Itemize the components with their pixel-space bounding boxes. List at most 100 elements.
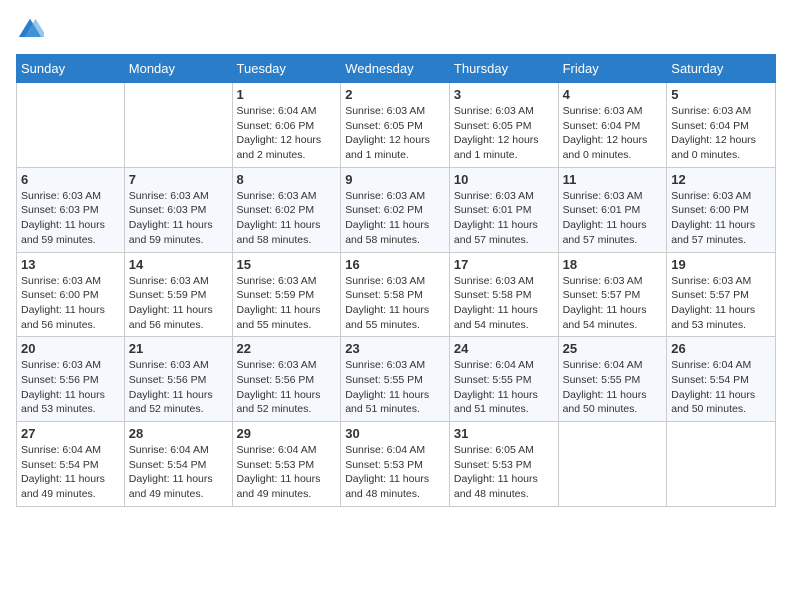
- day-info: Sunrise: 6:03 AM Sunset: 5:57 PM Dayligh…: [671, 274, 771, 333]
- day-cell: 4Sunrise: 6:03 AM Sunset: 6:04 PM Daylig…: [558, 83, 667, 168]
- day-number: 9: [345, 172, 445, 187]
- day-cell: 8Sunrise: 6:03 AM Sunset: 6:02 PM Daylig…: [232, 167, 341, 252]
- day-number: 22: [237, 341, 337, 356]
- day-info: Sunrise: 6:03 AM Sunset: 6:00 PM Dayligh…: [671, 189, 771, 248]
- day-info: Sunrise: 6:03 AM Sunset: 6:01 PM Dayligh…: [454, 189, 554, 248]
- day-number: 18: [563, 257, 663, 272]
- day-number: 15: [237, 257, 337, 272]
- day-info: Sunrise: 6:03 AM Sunset: 5:55 PM Dayligh…: [345, 358, 445, 417]
- day-number: 6: [21, 172, 120, 187]
- day-info: Sunrise: 6:05 AM Sunset: 5:53 PM Dayligh…: [454, 443, 554, 502]
- day-cell: 17 Sunrise: 6:03 AM Sunset: 5:58 PM Dayli…: [449, 252, 558, 337]
- calendar-header: SundayMondayTuesdayWednesdayThursdayFrid…: [17, 55, 776, 83]
- header-row: SundayMondayTuesdayWednesdayThursdayFrid…: [17, 55, 776, 83]
- day-info: Sunrise: 6:04 AM Sunset: 5:55 PM Dayligh…: [454, 358, 554, 417]
- day-number: 3: [454, 87, 554, 102]
- day-cell: 14 Sunrise: 6:03 AM Sunset: 5:59 PM Dayli…: [124, 252, 232, 337]
- day-cell: 29 Sunrise: 6:04 AM Sunset: 5:53 PM Dayli…: [232, 422, 341, 507]
- day-cell: [124, 83, 232, 168]
- day-info: Sunrise: 6:03 AM Sunset: 5:56 PM Dayligh…: [21, 358, 120, 417]
- day-cell: 26 Sunrise: 6:04 AM Sunset: 5:54 PM Dayli…: [667, 337, 776, 422]
- day-info: Sunrise: 6:03 AM Sunset: 6:01 PM Dayligh…: [563, 189, 663, 248]
- day-info: Sunrise: 6:03 AM Sunset: 5:59 PM Dayligh…: [129, 274, 228, 333]
- header-day-tuesday: Tuesday: [232, 55, 341, 83]
- week-row-4: 20 Sunrise: 6:03 AM Sunset: 5:56 PM Dayli…: [17, 337, 776, 422]
- day-number: 5: [671, 87, 771, 102]
- day-number: 4: [563, 87, 663, 102]
- day-number: 25: [563, 341, 663, 356]
- week-row-2: 6 Sunrise: 6:03 AM Sunset: 6:03 PM Daylig…: [17, 167, 776, 252]
- day-info: Sunrise: 6:04 AM Sunset: 5:54 PM Dayligh…: [129, 443, 228, 502]
- day-cell: 1 Sunrise: 6:04 AM Sunset: 6:06 PM Daylig…: [232, 83, 341, 168]
- day-info: Sunrise: 6:03 AM Sunset: 5:56 PM Dayligh…: [237, 358, 337, 417]
- day-number: 1: [237, 87, 337, 102]
- day-number: 23: [345, 341, 445, 356]
- day-cell: 7 Sunrise: 6:03 AM Sunset: 6:03 PM Daylig…: [124, 167, 232, 252]
- day-cell: [667, 422, 776, 507]
- day-number: 20: [21, 341, 120, 356]
- header-day-friday: Friday: [558, 55, 667, 83]
- day-info: Sunrise: 6:03 AM Sunset: 6:05 PM Dayligh…: [345, 104, 445, 163]
- day-number: 30: [345, 426, 445, 441]
- day-number: 24: [454, 341, 554, 356]
- day-cell: [558, 422, 667, 507]
- day-number: 31: [454, 426, 554, 441]
- day-cell: 20 Sunrise: 6:03 AM Sunset: 5:56 PM Dayli…: [17, 337, 125, 422]
- day-cell: 27 Sunrise: 6:04 AM Sunset: 5:54 PM Dayli…: [17, 422, 125, 507]
- day-info: Sunrise: 6:03 AM Sunset: 5:59 PM Dayligh…: [237, 274, 337, 333]
- day-number: 27: [21, 426, 120, 441]
- day-cell: 9 Sunrise: 6:03 AM Sunset: 6:02 PM Daylig…: [341, 167, 450, 252]
- day-cell: 19Sunrise: 6:03 AM Sunset: 5:57 PM Dayli…: [667, 252, 776, 337]
- day-number: 14: [129, 257, 228, 272]
- day-cell: 6 Sunrise: 6:03 AM Sunset: 6:03 PM Daylig…: [17, 167, 125, 252]
- day-cell: 28 Sunrise: 6:04 AM Sunset: 5:54 PM Dayli…: [124, 422, 232, 507]
- day-number: 17: [454, 257, 554, 272]
- day-number: 28: [129, 426, 228, 441]
- day-cell: 18Sunrise: 6:03 AM Sunset: 5:57 PM Dayli…: [558, 252, 667, 337]
- day-number: 12: [671, 172, 771, 187]
- day-cell: 23 Sunrise: 6:03 AM Sunset: 5:55 PM Dayli…: [341, 337, 450, 422]
- day-number: 29: [237, 426, 337, 441]
- day-info: Sunrise: 6:04 AM Sunset: 5:54 PM Dayligh…: [671, 358, 771, 417]
- day-cell: 12 Sunrise: 6:03 AM Sunset: 6:00 PM Dayli…: [667, 167, 776, 252]
- day-cell: 10 Sunrise: 6:03 AM Sunset: 6:01 PM Dayli…: [449, 167, 558, 252]
- day-info: Sunrise: 6:03 AM Sunset: 6:02 PM Dayligh…: [345, 189, 445, 248]
- day-number: 21: [129, 341, 228, 356]
- day-number: 10: [454, 172, 554, 187]
- week-row-5: 27 Sunrise: 6:04 AM Sunset: 5:54 PM Dayli…: [17, 422, 776, 507]
- day-info: Sunrise: 6:03 AM Sunset: 5:58 PM Dayligh…: [345, 274, 445, 333]
- day-info: Sunrise: 6:03 AM Sunset: 5:56 PM Dayligh…: [129, 358, 228, 417]
- day-info: Sunrise: 6:03 AM Sunset: 6:04 PM Dayligh…: [671, 104, 771, 163]
- header-day-saturday: Saturday: [667, 55, 776, 83]
- day-info: Sunrise: 6:04 AM Sunset: 5:54 PM Dayligh…: [21, 443, 120, 502]
- day-number: 13: [21, 257, 120, 272]
- day-cell: 31 Sunrise: 6:05 AM Sunset: 5:53 PM Dayli…: [449, 422, 558, 507]
- day-number: 16: [345, 257, 445, 272]
- calendar-table: SundayMondayTuesdayWednesdayThursdayFrid…: [16, 54, 776, 507]
- day-cell: 3Sunrise: 6:03 AM Sunset: 6:05 PM Daylig…: [449, 83, 558, 168]
- day-info: Sunrise: 6:03 AM Sunset: 6:03 PM Dayligh…: [21, 189, 120, 248]
- day-cell: 25Sunrise: 6:04 AM Sunset: 5:55 PM Dayli…: [558, 337, 667, 422]
- day-cell: [17, 83, 125, 168]
- header-day-sunday: Sunday: [17, 55, 125, 83]
- day-cell: 22 Sunrise: 6:03 AM Sunset: 5:56 PM Dayli…: [232, 337, 341, 422]
- day-info: Sunrise: 6:04 AM Sunset: 5:53 PM Dayligh…: [237, 443, 337, 502]
- day-info: Sunrise: 6:03 AM Sunset: 6:03 PM Dayligh…: [129, 189, 228, 248]
- day-cell: 21 Sunrise: 6:03 AM Sunset: 5:56 PM Dayli…: [124, 337, 232, 422]
- calendar-body: 1 Sunrise: 6:04 AM Sunset: 6:06 PM Daylig…: [17, 83, 776, 507]
- day-info: Sunrise: 6:04 AM Sunset: 5:53 PM Dayligh…: [345, 443, 445, 502]
- week-row-1: 1 Sunrise: 6:04 AM Sunset: 6:06 PM Daylig…: [17, 83, 776, 168]
- day-number: 11: [563, 172, 663, 187]
- day-number: 7: [129, 172, 228, 187]
- day-cell: 13 Sunrise: 6:03 AM Sunset: 6:00 PM Dayli…: [17, 252, 125, 337]
- header-day-wednesday: Wednesday: [341, 55, 450, 83]
- logo-icon: [16, 16, 44, 44]
- day-cell: 16 Sunrise: 6:03 AM Sunset: 5:58 PM Dayli…: [341, 252, 450, 337]
- day-cell: 24 Sunrise: 6:04 AM Sunset: 5:55 PM Dayli…: [449, 337, 558, 422]
- day-info: Sunrise: 6:03 AM Sunset: 5:58 PM Dayligh…: [454, 274, 554, 333]
- header-day-monday: Monday: [124, 55, 232, 83]
- day-cell: 5 Sunrise: 6:03 AM Sunset: 6:04 PM Daylig…: [667, 83, 776, 168]
- day-info: Sunrise: 6:03 AM Sunset: 6:00 PM Dayligh…: [21, 274, 120, 333]
- day-number: 26: [671, 341, 771, 356]
- day-info: Sunrise: 6:04 AM Sunset: 6:06 PM Dayligh…: [237, 104, 337, 163]
